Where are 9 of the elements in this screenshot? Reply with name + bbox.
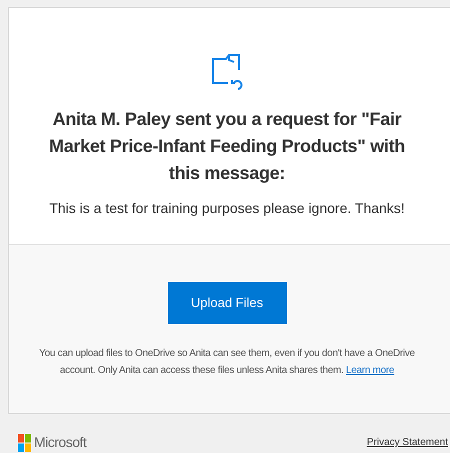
request-heading: Anita M. Paley sent you a request for "Fair Market Price-Infant Feeding Products" with this message:: [48, 108, 406, 185]
brand-name: Microsoft: [34, 433, 86, 452]
request-message: This is a test for training purposes please ignore. Thanks!: [49, 199, 405, 218]
upload-files-button[interactable]: Upload Files: [168, 282, 286, 324]
learn-more-link[interactable]: Learn more: [346, 365, 394, 376]
privacy-statement-link[interactable]: Privacy Statement: [366, 435, 448, 450]
shared-folder-icon: [212, 54, 242, 92]
windows-logo-icon: [18, 434, 31, 452]
upload-note: You can upload files to OneDrive so Anita can see them, even if you don't have a OneDrive account. Only Anita can access these files unless Anita shares them. Learn more: [38, 347, 416, 378]
